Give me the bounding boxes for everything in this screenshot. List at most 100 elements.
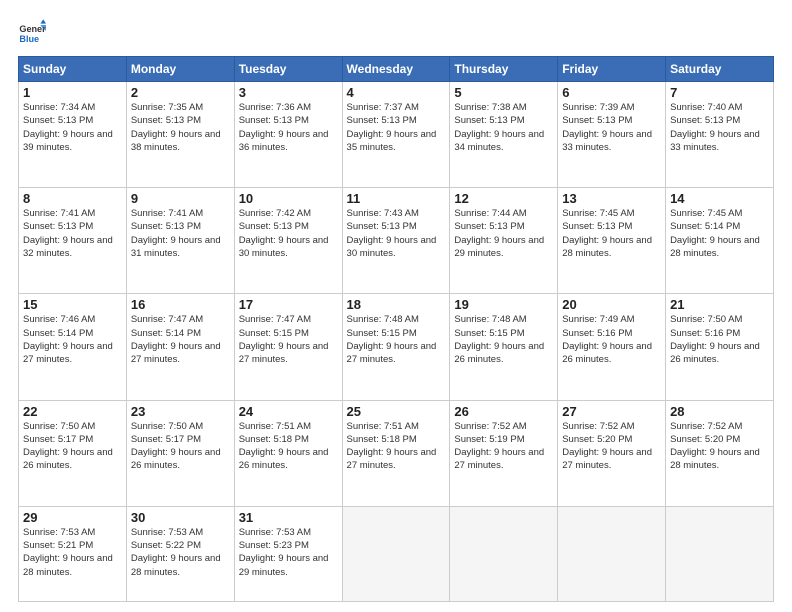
- day-info: Sunrise: 7:44 AM Sunset: 5:13 PM Dayligh…: [454, 207, 553, 260]
- day-number: 25: [347, 404, 446, 419]
- day-info: Sunrise: 7:40 AM Sunset: 5:13 PM Dayligh…: [670, 101, 769, 154]
- calendar-cell: 7 Sunrise: 7:40 AM Sunset: 5:13 PM Dayli…: [666, 82, 774, 188]
- day-number: 3: [239, 85, 338, 100]
- calendar-cell: 21 Sunrise: 7:50 AM Sunset: 5:16 PM Dayl…: [666, 294, 774, 400]
- day-info: Sunrise: 7:47 AM Sunset: 5:14 PM Dayligh…: [131, 313, 230, 366]
- calendar-cell: 28 Sunrise: 7:52 AM Sunset: 5:20 PM Dayl…: [666, 400, 774, 506]
- calendar-header-wednesday: Wednesday: [342, 57, 450, 82]
- calendar-cell: 22 Sunrise: 7:50 AM Sunset: 5:17 PM Dayl…: [19, 400, 127, 506]
- svg-text:Blue: Blue: [19, 34, 39, 44]
- day-number: 1: [23, 85, 122, 100]
- day-info: Sunrise: 7:51 AM Sunset: 5:18 PM Dayligh…: [239, 420, 338, 473]
- day-number: 12: [454, 191, 553, 206]
- day-number: 11: [347, 191, 446, 206]
- calendar-cell: 30 Sunrise: 7:53 AM Sunset: 5:22 PM Dayl…: [126, 506, 234, 601]
- day-info: Sunrise: 7:50 AM Sunset: 5:17 PM Dayligh…: [131, 420, 230, 473]
- day-info: Sunrise: 7:49 AM Sunset: 5:16 PM Dayligh…: [562, 313, 661, 366]
- calendar-cell: 10 Sunrise: 7:42 AM Sunset: 5:13 PM Dayl…: [234, 188, 342, 294]
- day-info: Sunrise: 7:36 AM Sunset: 5:13 PM Dayligh…: [239, 101, 338, 154]
- day-number: 7: [670, 85, 769, 100]
- day-info: Sunrise: 7:48 AM Sunset: 5:15 PM Dayligh…: [454, 313, 553, 366]
- day-info: Sunrise: 7:47 AM Sunset: 5:15 PM Dayligh…: [239, 313, 338, 366]
- calendar-cell: 2 Sunrise: 7:35 AM Sunset: 5:13 PM Dayli…: [126, 82, 234, 188]
- calendar-cell: 4 Sunrise: 7:37 AM Sunset: 5:13 PM Dayli…: [342, 82, 450, 188]
- day-info: Sunrise: 7:42 AM Sunset: 5:13 PM Dayligh…: [239, 207, 338, 260]
- calendar-cell: 14 Sunrise: 7:45 AM Sunset: 5:14 PM Dayl…: [666, 188, 774, 294]
- calendar-header-tuesday: Tuesday: [234, 57, 342, 82]
- logo-icon: General Blue: [18, 18, 46, 46]
- calendar-cell: 29 Sunrise: 7:53 AM Sunset: 5:21 PM Dayl…: [19, 506, 127, 601]
- day-number: 20: [562, 297, 661, 312]
- calendar-cell: 18 Sunrise: 7:48 AM Sunset: 5:15 PM Dayl…: [342, 294, 450, 400]
- day-number: 23: [131, 404, 230, 419]
- day-info: Sunrise: 7:50 AM Sunset: 5:16 PM Dayligh…: [670, 313, 769, 366]
- calendar-header-monday: Monday: [126, 57, 234, 82]
- calendar-cell: 1 Sunrise: 7:34 AM Sunset: 5:13 PM Dayli…: [19, 82, 127, 188]
- calendar-cell: 25 Sunrise: 7:51 AM Sunset: 5:18 PM Dayl…: [342, 400, 450, 506]
- calendar-header-saturday: Saturday: [666, 57, 774, 82]
- day-number: 14: [670, 191, 769, 206]
- day-number: 26: [454, 404, 553, 419]
- day-number: 28: [670, 404, 769, 419]
- day-number: 21: [670, 297, 769, 312]
- calendar-cell: [450, 506, 558, 601]
- day-number: 29: [23, 510, 122, 525]
- calendar-cell: 23 Sunrise: 7:50 AM Sunset: 5:17 PM Dayl…: [126, 400, 234, 506]
- day-info: Sunrise: 7:34 AM Sunset: 5:13 PM Dayligh…: [23, 101, 122, 154]
- day-number: 4: [347, 85, 446, 100]
- day-number: 24: [239, 404, 338, 419]
- calendar-cell: 13 Sunrise: 7:45 AM Sunset: 5:13 PM Dayl…: [558, 188, 666, 294]
- day-number: 2: [131, 85, 230, 100]
- day-number: 16: [131, 297, 230, 312]
- calendar-cell: 6 Sunrise: 7:39 AM Sunset: 5:13 PM Dayli…: [558, 82, 666, 188]
- calendar-cell: [342, 506, 450, 601]
- logo: General Blue: [18, 18, 48, 46]
- day-info: Sunrise: 7:51 AM Sunset: 5:18 PM Dayligh…: [347, 420, 446, 473]
- day-number: 17: [239, 297, 338, 312]
- calendar-header-row: SundayMondayTuesdayWednesdayThursdayFrid…: [19, 57, 774, 82]
- calendar-header-sunday: Sunday: [19, 57, 127, 82]
- calendar-cell: [558, 506, 666, 601]
- calendar-cell: 26 Sunrise: 7:52 AM Sunset: 5:19 PM Dayl…: [450, 400, 558, 506]
- day-number: 13: [562, 191, 661, 206]
- calendar-week-2: 8 Sunrise: 7:41 AM Sunset: 5:13 PM Dayli…: [19, 188, 774, 294]
- calendar-cell: 11 Sunrise: 7:43 AM Sunset: 5:13 PM Dayl…: [342, 188, 450, 294]
- day-number: 15: [23, 297, 122, 312]
- day-number: 5: [454, 85, 553, 100]
- day-number: 6: [562, 85, 661, 100]
- day-info: Sunrise: 7:52 AM Sunset: 5:19 PM Dayligh…: [454, 420, 553, 473]
- calendar-week-5: 29 Sunrise: 7:53 AM Sunset: 5:21 PM Dayl…: [19, 506, 774, 601]
- calendar-cell: 24 Sunrise: 7:51 AM Sunset: 5:18 PM Dayl…: [234, 400, 342, 506]
- day-info: Sunrise: 7:52 AM Sunset: 5:20 PM Dayligh…: [562, 420, 661, 473]
- day-info: Sunrise: 7:53 AM Sunset: 5:23 PM Dayligh…: [239, 526, 338, 579]
- calendar-cell: 3 Sunrise: 7:36 AM Sunset: 5:13 PM Dayli…: [234, 82, 342, 188]
- day-info: Sunrise: 7:38 AM Sunset: 5:13 PM Dayligh…: [454, 101, 553, 154]
- day-number: 19: [454, 297, 553, 312]
- day-info: Sunrise: 7:41 AM Sunset: 5:13 PM Dayligh…: [23, 207, 122, 260]
- calendar-week-1: 1 Sunrise: 7:34 AM Sunset: 5:13 PM Dayli…: [19, 82, 774, 188]
- day-number: 30: [131, 510, 230, 525]
- calendar-cell: 31 Sunrise: 7:53 AM Sunset: 5:23 PM Dayl…: [234, 506, 342, 601]
- day-info: Sunrise: 7:39 AM Sunset: 5:13 PM Dayligh…: [562, 101, 661, 154]
- calendar-cell: 16 Sunrise: 7:47 AM Sunset: 5:14 PM Dayl…: [126, 294, 234, 400]
- day-info: Sunrise: 7:50 AM Sunset: 5:17 PM Dayligh…: [23, 420, 122, 473]
- calendar-week-4: 22 Sunrise: 7:50 AM Sunset: 5:17 PM Dayl…: [19, 400, 774, 506]
- day-number: 31: [239, 510, 338, 525]
- day-info: Sunrise: 7:45 AM Sunset: 5:14 PM Dayligh…: [670, 207, 769, 260]
- day-number: 9: [131, 191, 230, 206]
- day-number: 18: [347, 297, 446, 312]
- header: General Blue: [18, 18, 774, 46]
- calendar-cell: 9 Sunrise: 7:41 AM Sunset: 5:13 PM Dayli…: [126, 188, 234, 294]
- day-info: Sunrise: 7:43 AM Sunset: 5:13 PM Dayligh…: [347, 207, 446, 260]
- day-info: Sunrise: 7:53 AM Sunset: 5:22 PM Dayligh…: [131, 526, 230, 579]
- calendar-cell: 19 Sunrise: 7:48 AM Sunset: 5:15 PM Dayl…: [450, 294, 558, 400]
- calendar-header-friday: Friday: [558, 57, 666, 82]
- day-info: Sunrise: 7:45 AM Sunset: 5:13 PM Dayligh…: [562, 207, 661, 260]
- day-info: Sunrise: 7:52 AM Sunset: 5:20 PM Dayligh…: [670, 420, 769, 473]
- day-info: Sunrise: 7:37 AM Sunset: 5:13 PM Dayligh…: [347, 101, 446, 154]
- calendar-cell: 15 Sunrise: 7:46 AM Sunset: 5:14 PM Dayl…: [19, 294, 127, 400]
- day-number: 22: [23, 404, 122, 419]
- calendar-header-thursday: Thursday: [450, 57, 558, 82]
- day-number: 27: [562, 404, 661, 419]
- day-info: Sunrise: 7:53 AM Sunset: 5:21 PM Dayligh…: [23, 526, 122, 579]
